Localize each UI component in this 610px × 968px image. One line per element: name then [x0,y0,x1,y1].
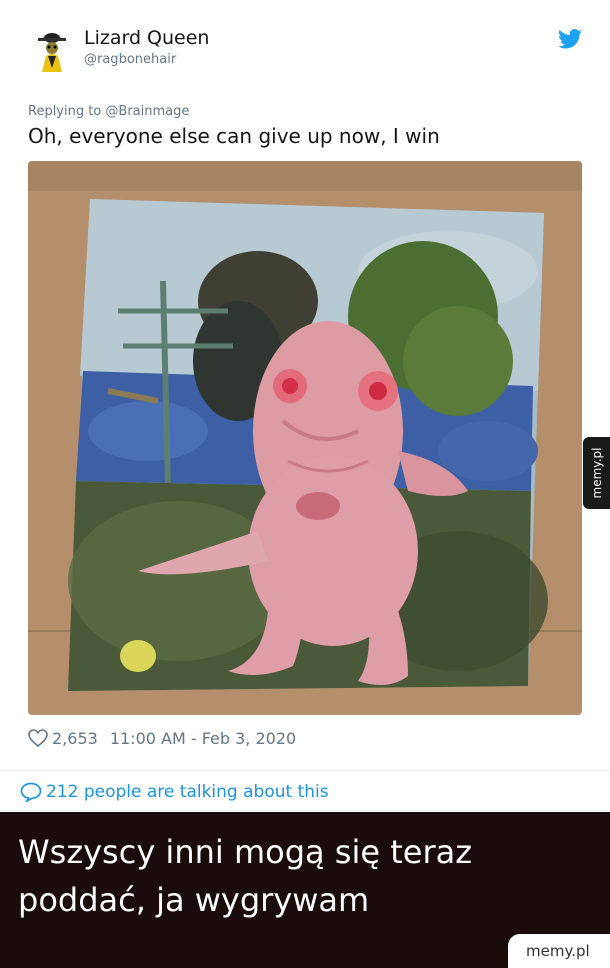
tweet-meta: 2,653 11:00 AM - Feb 3, 2020 [28,726,296,750]
comment-icon [20,782,42,802]
lizard-avatar-icon[interactable] [30,28,74,72]
tweet-text: Oh, everyone else can give up now, I win [28,124,440,148]
twitter-bird-icon[interactable] [558,29,582,49]
tweet-timestamp[interactable]: 11:00 AM - Feb 3, 2020 [110,729,296,748]
replying-to[interactable]: Replying to @Brainmage [28,104,189,119]
divider [0,770,610,771]
user-handle[interactable]: @ragbonehair [84,52,176,67]
like-count[interactable]: 2,653 [52,729,98,748]
painting-of-pink-creature[interactable] [28,161,582,715]
display-name[interactable]: Lizard Queen [84,27,209,49]
side-watermark: memy.pl [583,437,610,509]
side-watermark-label: memy.pl [589,447,604,499]
talking-about-text[interactable]: 212 people are talking about this [46,782,329,802]
tweet-card: Lizard Queen @ragbonehair Replying to @B… [0,0,610,811]
heart-icon[interactable] [28,729,48,747]
talking-about-link[interactable]: 212 people are talking about this [20,779,329,805]
footer-watermark-label: memy.pl [526,942,590,960]
footer-watermark: memy.pl [508,934,610,968]
caption-text: Wszyscy inni mogą się teraz poddać, ja w… [18,833,472,919]
